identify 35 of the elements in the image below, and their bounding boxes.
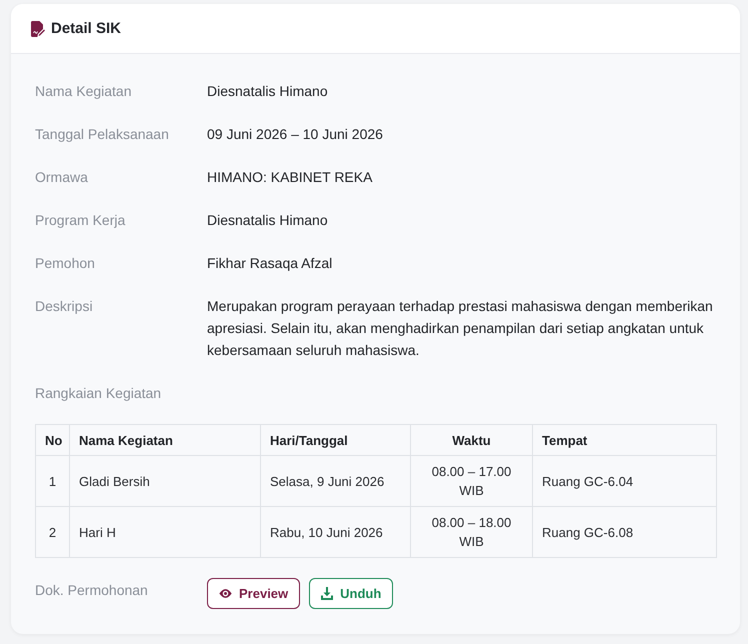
field-value: Fikhar Rasaqa Afzal	[207, 254, 332, 273]
table-cell: 2	[36, 506, 70, 558]
field-value: Diesnatalis Himano	[207, 82, 328, 101]
column-header: Waktu	[410, 424, 532, 456]
eye-icon	[219, 588, 232, 599]
column-header: Hari/Tanggal	[260, 424, 410, 456]
card-title: Detail SIK	[51, 20, 122, 37]
field-label: Nama Kegiatan	[35, 82, 133, 101]
field-label: Dok. Permohonan	[35, 581, 149, 600]
table-cell: Rabu, 10 Juni 2026	[260, 506, 410, 558]
field-value: HIMANO: KABINET REKA	[207, 168, 372, 187]
section-label: Rangkaian Kegiatan	[35, 384, 162, 403]
download-button[interactable]: Unduh	[309, 578, 394, 609]
table-cell: Hari H	[70, 506, 260, 558]
field-label: Deskripsi	[35, 297, 94, 316]
field-label: Program Kerja	[35, 211, 126, 230]
preview-button[interactable]: Preview	[207, 578, 300, 609]
table-cell: 1	[36, 456, 70, 506]
field-value: 09 Juni 2026 – 10 Juni 2026	[207, 125, 383, 144]
column-header: No	[36, 424, 70, 456]
table-cell: 08.00 – 18.00 WIB	[410, 506, 532, 558]
document-pen-icon	[31, 20, 45, 36]
table-cell: Gladi Bersih	[70, 456, 260, 506]
table-cell: Ruang GC-6.08	[532, 506, 716, 558]
field-value: Diesnatalis Himano	[207, 211, 328, 230]
table-cell: Selasa, 9 Juni 2026	[260, 456, 410, 506]
field-label: Tanggal Pelaksanaan	[35, 125, 170, 144]
table-cell: Ruang GC-6.04	[532, 456, 716, 506]
column-header: Nama Kegiatan	[70, 424, 260, 456]
table-cell: 08.00 – 17.00 WIB	[410, 456, 532, 506]
field-label: Pemohon	[35, 254, 96, 273]
column-header: Tempat	[532, 424, 716, 456]
field-label: Ormawa	[35, 168, 89, 187]
field-value: Merupakan program perayaan terhadap prestasi mahasiswa dengan memberikan apresiasi. Selain itu, akan menghadirkan penampilan dari setiap angkatan untuk kebersamaan seluruh mahasiswa.	[207, 297, 714, 360]
download-icon	[321, 587, 334, 600]
